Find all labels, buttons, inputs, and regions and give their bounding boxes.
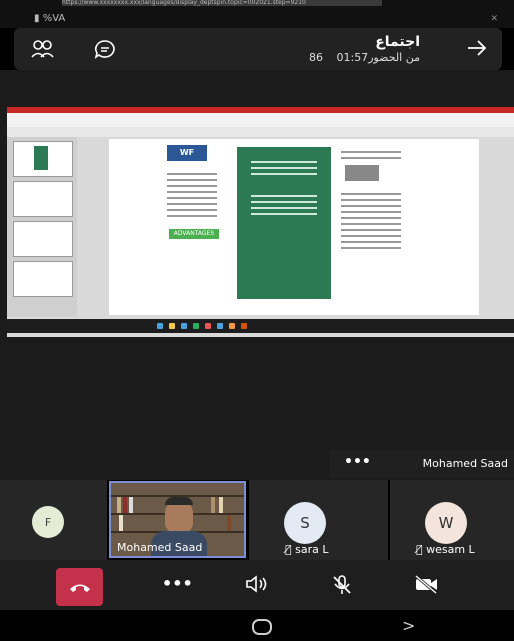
slide-thumbnail: [13, 261, 73, 297]
close-icon: ✕: [490, 14, 498, 24]
participant-name: wesam L: [426, 543, 475, 556]
participant-tiles: F Mohamed Saad S 🎙̸ sara L W 🎙̸ wesam L: [0, 480, 514, 560]
slide-text-right-body: [341, 189, 401, 253]
participant-name-row: 🎙̸ sara L: [285, 543, 328, 556]
battery-text: %VA: [42, 13, 66, 24]
meeting-title: اجتماع: [375, 34, 420, 50]
slide-thumbnail: [13, 181, 73, 217]
battery-indicator: ▮ %VA: [34, 13, 65, 24]
camera-button[interactable]: [414, 574, 440, 598]
participant-tile[interactable]: W 🎙̸ wesam L: [390, 480, 514, 560]
meeting-subtitle: 86 من الحضور01:57: [309, 51, 420, 64]
avatar: S: [284, 502, 326, 544]
call-header: اجتماع 86 من الحضور01:57: [14, 28, 502, 70]
windows-taskbar: [7, 319, 514, 333]
active-speaker-bar: ••• Mohamed Saad: [330, 450, 514, 478]
mic-off-icon: 🎙̸: [416, 543, 423, 556]
slide-text-right: [341, 147, 401, 163]
slide-text-left: [167, 169, 217, 221]
participants-icon[interactable]: [30, 39, 56, 63]
back-arrow-icon[interactable]: [466, 38, 488, 62]
speaker-button[interactable]: [245, 574, 269, 598]
status-bar: https://www.xxxxxxxx.xxx/languages/displ…: [0, 0, 514, 28]
home-icon[interactable]: [252, 619, 272, 635]
url-text: https://www.xxxxxxxx.xxx/languages/displ…: [62, 0, 382, 6]
active-speaker-name: Mohamed Saad: [422, 457, 508, 470]
participant-name: Mohamed Saad: [117, 541, 203, 554]
shared-presentation[interactable]: WF ADVANTAGES: [7, 107, 514, 337]
slide-image: [345, 165, 379, 181]
phone-hangup-icon: [69, 584, 90, 592]
ribbon-toolbar: [7, 113, 514, 127]
participant-name: sara L: [295, 543, 329, 556]
slide-logo: WF: [167, 145, 207, 161]
ribbon-tabs: [7, 127, 514, 137]
mic-off-icon: 🎙̸: [285, 543, 292, 556]
call-duration: 01:57: [336, 51, 369, 64]
more-options-button[interactable]: •••: [162, 574, 193, 593]
mic-off-icon: [333, 575, 351, 594]
slide-badge: ADVANTAGES: [169, 229, 219, 239]
recents-icon[interactable]: [100, 618, 102, 632]
back-icon[interactable]: >: [402, 616, 415, 635]
hang-up-button[interactable]: [56, 568, 103, 606]
slide-thumbnail: [13, 141, 73, 177]
chat-icon[interactable]: [94, 39, 116, 63]
speaker-icon: [246, 575, 267, 593]
call-controls: •••: [0, 560, 514, 610]
participant-tile[interactable]: S 🎙̸ sara L: [249, 480, 388, 560]
slide-thumbnails: [7, 137, 77, 317]
slide-canvas: WF ADVANTAGES: [109, 139, 479, 315]
avatar: W: [425, 502, 467, 544]
battery-icon: ▮: [34, 13, 40, 24]
video-off-icon: [415, 574, 437, 595]
slide-thumbnail: [13, 221, 73, 257]
system-nav-bar: >: [0, 610, 514, 641]
more-options-icon[interactable]: •••: [344, 454, 371, 470]
avatar: F: [32, 506, 64, 538]
participant-video-tile[interactable]: Mohamed Saad: [109, 481, 246, 558]
participant-name-row: 🎙̸ wesam L: [416, 543, 475, 556]
participant-tile[interactable]: F: [0, 480, 107, 560]
mute-button[interactable]: [331, 574, 353, 600]
slide-green-panel: [237, 147, 331, 299]
